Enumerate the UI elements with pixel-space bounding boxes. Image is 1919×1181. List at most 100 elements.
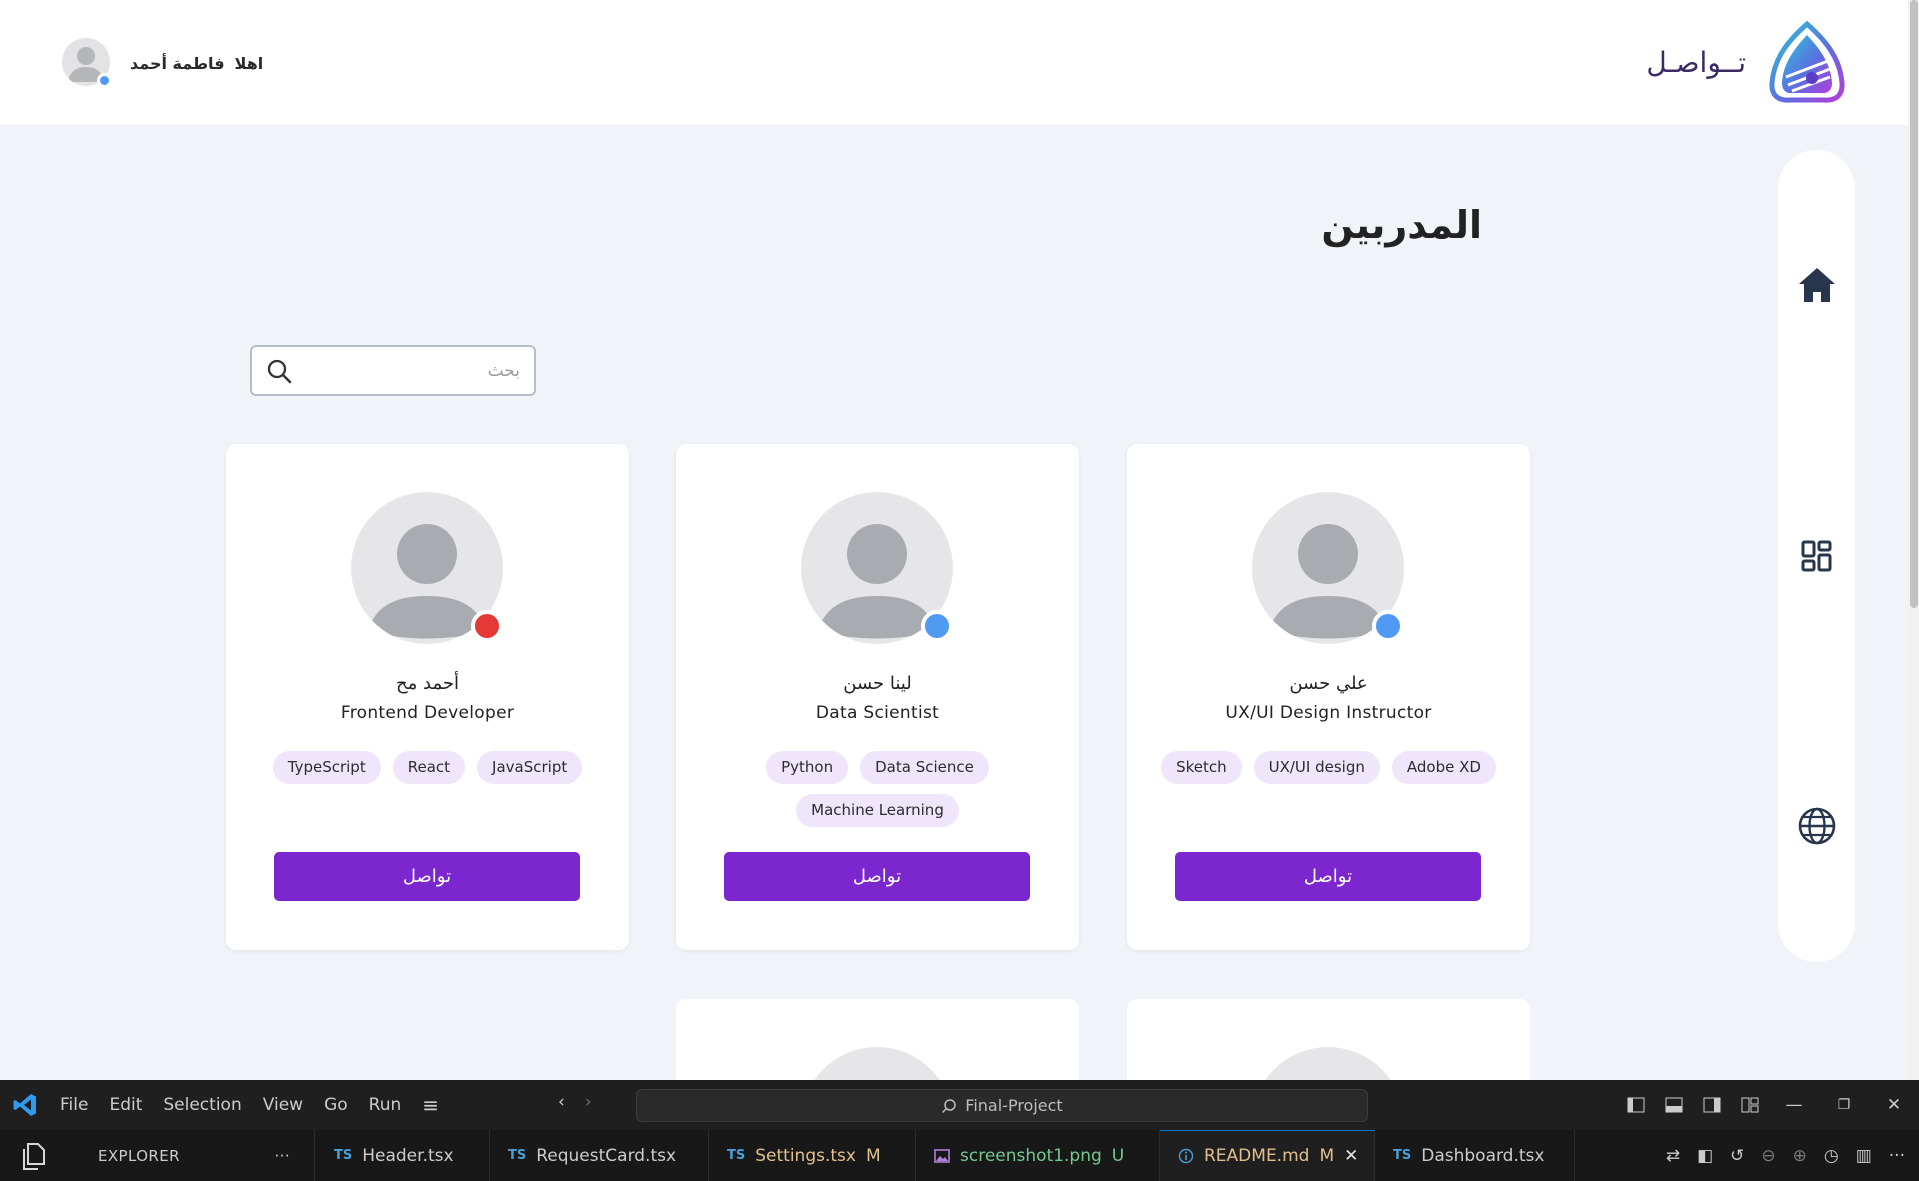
editor-actions: ⇄ ◧ ↺ ⊖ ⊕ ◷ ▥ ···: [1666, 1130, 1905, 1181]
skill-tag: JavaScript: [477, 751, 583, 784]
minimize-icon[interactable]: —: [1779, 1095, 1809, 1115]
status-dot-online: [921, 610, 953, 642]
tab-settings-tsx[interactable]: TS Settings.tsx M: [709, 1130, 916, 1181]
modified-indicator: M: [865, 1145, 881, 1166]
online-status-dot: [97, 73, 112, 88]
tab-requestcard-tsx[interactable]: TS RequestCard.tsx: [490, 1130, 709, 1181]
trainer-card: لينا حسن Data Scientist Python Data Scie…: [676, 444, 1079, 950]
revert-icon[interactable]: ↺: [1730, 1146, 1744, 1166]
skill-tags: TypeScript React JavaScript: [246, 751, 609, 784]
home-icon: [1799, 268, 1835, 302]
window-controls: — ❐ ✕: [1627, 1080, 1909, 1130]
top-header: اهلا فاطمة أحمد تــواصـل: [0, 0, 1908, 125]
tab-label: README.md: [1204, 1146, 1310, 1166]
toggle-secondary-sidebar-icon[interactable]: [1703, 1097, 1721, 1113]
menu-view[interactable]: View: [263, 1095, 303, 1115]
toggle-panel-icon[interactable]: [1665, 1097, 1683, 1113]
more-editor-actions-icon[interactable]: ···: [1889, 1146, 1905, 1166]
info-icon: [1178, 1148, 1194, 1164]
menu-edit[interactable]: Edit: [109, 1095, 142, 1115]
vscode-tab-bar: EXPLORER ··· TS Header.tsx TS RequestCar…: [0, 1130, 1919, 1181]
nav-dashboard[interactable]: [1796, 535, 1838, 577]
trainer-card-partial: [676, 999, 1079, 1089]
contact-button[interactable]: تواصل: [1175, 852, 1481, 901]
typescript-file-icon: TS: [1393, 1148, 1412, 1163]
greeting-word: اهلا: [234, 53, 264, 73]
trainer-role: UX/UI Design Instructor: [1225, 703, 1432, 723]
modified-indicator: M: [1319, 1146, 1335, 1166]
contact-button[interactable]: تواصل: [724, 852, 1030, 901]
skill-tag: React: [392, 751, 466, 784]
command-center[interactable]: Final-Project: [636, 1089, 1368, 1122]
search-box[interactable]: [250, 345, 536, 396]
tab-label: Header.tsx: [362, 1145, 454, 1166]
open-preview-icon[interactable]: ◧: [1697, 1146, 1713, 1166]
menu-more-icon[interactable]: ≡: [422, 1093, 439, 1117]
user-name: فاطمة أحمد: [130, 53, 225, 73]
customize-layout-icon[interactable]: [1741, 1097, 1759, 1113]
tab-label: Dashboard.tsx: [1421, 1145, 1545, 1166]
brand-logo-icon: [1769, 21, 1845, 103]
split-editor-icon[interactable]: ▥: [1856, 1146, 1872, 1166]
compare-changes-icon[interactable]: ⇄: [1666, 1146, 1680, 1166]
tab-readme-md[interactable]: README.md M ✕: [1160, 1130, 1375, 1181]
menu-file[interactable]: File: [60, 1095, 88, 1115]
menu-selection[interactable]: Selection: [163, 1095, 241, 1115]
forward-arrow-icon[interactable]: ›: [585, 1092, 592, 1112]
trainer-card-partial: [1127, 999, 1530, 1089]
untracked-indicator: U: [1111, 1145, 1125, 1166]
menu-go[interactable]: Go: [324, 1095, 348, 1115]
skill-tag: Sketch: [1161, 751, 1242, 784]
skill-tag: Machine Learning: [796, 794, 959, 827]
skill-tag: UX/UI design: [1253, 751, 1380, 784]
vscode-title-bar: File Edit Selection View Go Run ≡ ‹ › Fi…: [0, 1080, 1919, 1130]
user-greeting[interactable]: اهلا فاطمة أحمد: [62, 38, 263, 88]
tab-screenshot-png[interactable]: screenshot1.png U: [916, 1130, 1160, 1181]
contact-button[interactable]: تواصل: [274, 852, 580, 901]
skill-tag: Python: [766, 751, 849, 784]
search-icon[interactable]: [266, 358, 292, 384]
skill-tag: Adobe XD: [1391, 751, 1496, 784]
user-avatar[interactable]: [62, 38, 112, 88]
explorer-activity-icon[interactable]: [0, 1130, 68, 1181]
search-input[interactable]: [292, 360, 520, 381]
trainer-role: Data Scientist: [815, 703, 940, 723]
trainer-avatar: [351, 492, 503, 644]
workspace-name: Final-Project: [965, 1096, 1063, 1115]
tab-header-tsx[interactable]: TS Header.tsx: [316, 1130, 490, 1181]
skill-tag: Data Science: [860, 751, 989, 784]
explorer-title: EXPLORER: [98, 1146, 180, 1165]
nav-globe[interactable]: [1796, 805, 1838, 847]
trainer-avatar: [801, 492, 953, 644]
trainer-role: Frontend Developer: [340, 703, 515, 723]
dashboard-icon: [1801, 540, 1832, 572]
explorer-header[interactable]: EXPLORER ···: [68, 1130, 315, 1181]
side-nav: [1778, 150, 1855, 962]
history-nav: ‹ ›: [558, 1092, 592, 1112]
tab-label: Settings.tsx: [755, 1145, 856, 1166]
page-scrollbar-thumb[interactable]: [1910, 0, 1918, 608]
trainer-card: أحمد مح Frontend Developer TypeScript Re…: [226, 444, 629, 950]
typescript-file-icon: TS: [334, 1148, 353, 1163]
back-arrow-icon[interactable]: ‹: [558, 1092, 565, 1112]
trainer-name: لينا حسن: [843, 673, 912, 694]
tab-label: RequestCard.tsx: [536, 1145, 677, 1166]
menu-run[interactable]: Run: [369, 1095, 402, 1115]
close-tab-icon[interactable]: ✕: [1344, 1146, 1358, 1166]
trainer-name: علي حسن: [1289, 673, 1368, 694]
tab-label: screenshot1.png: [960, 1145, 1102, 1166]
files-icon: [23, 1142, 45, 1170]
more-actions-icon[interactable]: ···: [274, 1147, 290, 1165]
next-change-icon[interactable]: ⊕: [1793, 1146, 1807, 1166]
brand[interactable]: تــواصـل: [1646, 20, 1846, 104]
close-window-icon[interactable]: ✕: [1879, 1095, 1909, 1115]
toggle-sidebar-icon[interactable]: [1627, 1097, 1645, 1113]
tab-dashboard-tsx[interactable]: TS Dashboard.tsx: [1375, 1130, 1575, 1181]
status-dot-online: [1372, 610, 1404, 642]
search-icon: [942, 1098, 957, 1113]
timeline-icon[interactable]: ◷: [1824, 1146, 1839, 1166]
nav-home[interactable]: [1796, 264, 1838, 306]
previous-change-icon[interactable]: ⊖: [1761, 1146, 1775, 1166]
restore-icon[interactable]: ❐: [1829, 1097, 1859, 1113]
trainer-avatar: [1252, 492, 1404, 644]
